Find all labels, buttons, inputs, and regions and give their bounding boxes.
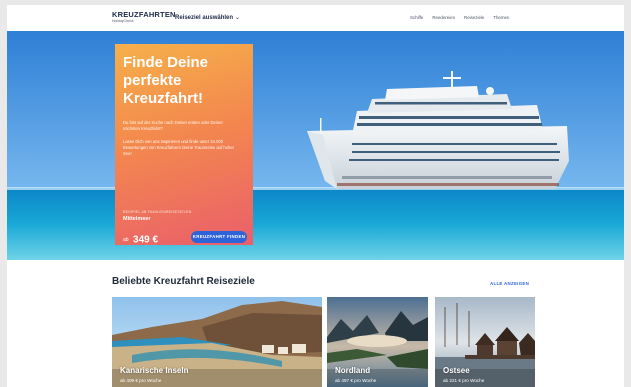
top-header: KREUZFAHRTEN HolidayCheck Reiseziel ausw… <box>7 5 624 31</box>
hero-price: ab 349 € <box>123 231 158 249</box>
card-price: ab 221 € pro Woche <box>443 378 485 383</box>
nav-item-reedereien[interactable]: Reedereien <box>432 15 455 21</box>
hero-title: Finde Deine perfekte Kreuzfahrt! <box>123 54 209 107</box>
hero-destination: Mittelmeer <box>123 216 151 222</box>
card-price: ab 497 € pro Woche <box>335 378 377 383</box>
destination-card-ostsee[interactable]: Ostsee ab 221 € pro Woche <box>435 297 535 387</box>
section-title: Beliebte Kreuzfahrt Reiseziele <box>112 276 255 287</box>
hero-example-label: BEISPIEL AB FAMILIENREISEZIELEN <box>123 210 192 214</box>
hero-banner: Finde Deine perfekte Kreuzfahrt! Du bist… <box>7 31 624 260</box>
hero-search-card: Finde Deine perfekte Kreuzfahrt! Du bist… <box>115 44 253 245</box>
destination-dropdown-label: Reiseziel auswählen <box>175 15 234 21</box>
cruise-ship-image <box>7 31 624 260</box>
card-title: Kanarische Inseln <box>120 366 189 375</box>
logo-text: KREUZFAHRTEN <box>112 10 176 19</box>
nav-item-themen[interactable]: Themen <box>493 15 509 21</box>
nav-item-schiffe[interactable]: Schiffe <box>410 15 423 21</box>
hero-price-amount: 349 € <box>133 234 159 246</box>
main-nav: Schiffe Reedereien Reiseziele Themen <box>410 15 509 21</box>
page: KREUZFAHRTEN HolidayCheck Reiseziel ausw… <box>7 5 624 387</box>
chevron-down-icon: ⌄ <box>235 15 241 21</box>
hero-price-prefix: ab <box>123 236 129 243</box>
find-cruise-button[interactable]: KREUZFAHRT FINDEN <box>191 231 247 243</box>
show-all-link[interactable]: ALLE ANZEIGEN <box>490 281 529 286</box>
destination-dropdown[interactable]: Reiseziel auswählen ⌄ <box>175 14 240 22</box>
card-title: Nordland <box>335 366 371 375</box>
card-price: ab 409 € pro Woche <box>120 378 162 383</box>
hero-description-text: Lasse Dich von uns inspirieren und finde… <box>123 139 235 156</box>
logo-subtext: HolidayCheck <box>112 19 134 23</box>
hero-intro-text: Du bist auf der Suche nach Deiner ersten… <box>123 120 223 131</box>
card-title: Ostsee <box>443 366 470 375</box>
destination-card-nordland[interactable]: Nordland ab 497 € pro Woche <box>327 297 428 387</box>
nav-item-reiseziele[interactable]: Reiseziele <box>464 15 484 21</box>
destination-card-kanarische-inseln[interactable]: Kanarische Inseln ab 409 € pro Woche <box>112 297 322 387</box>
logo[interactable]: KREUZFAHRTEN HolidayCheck <box>112 11 176 24</box>
